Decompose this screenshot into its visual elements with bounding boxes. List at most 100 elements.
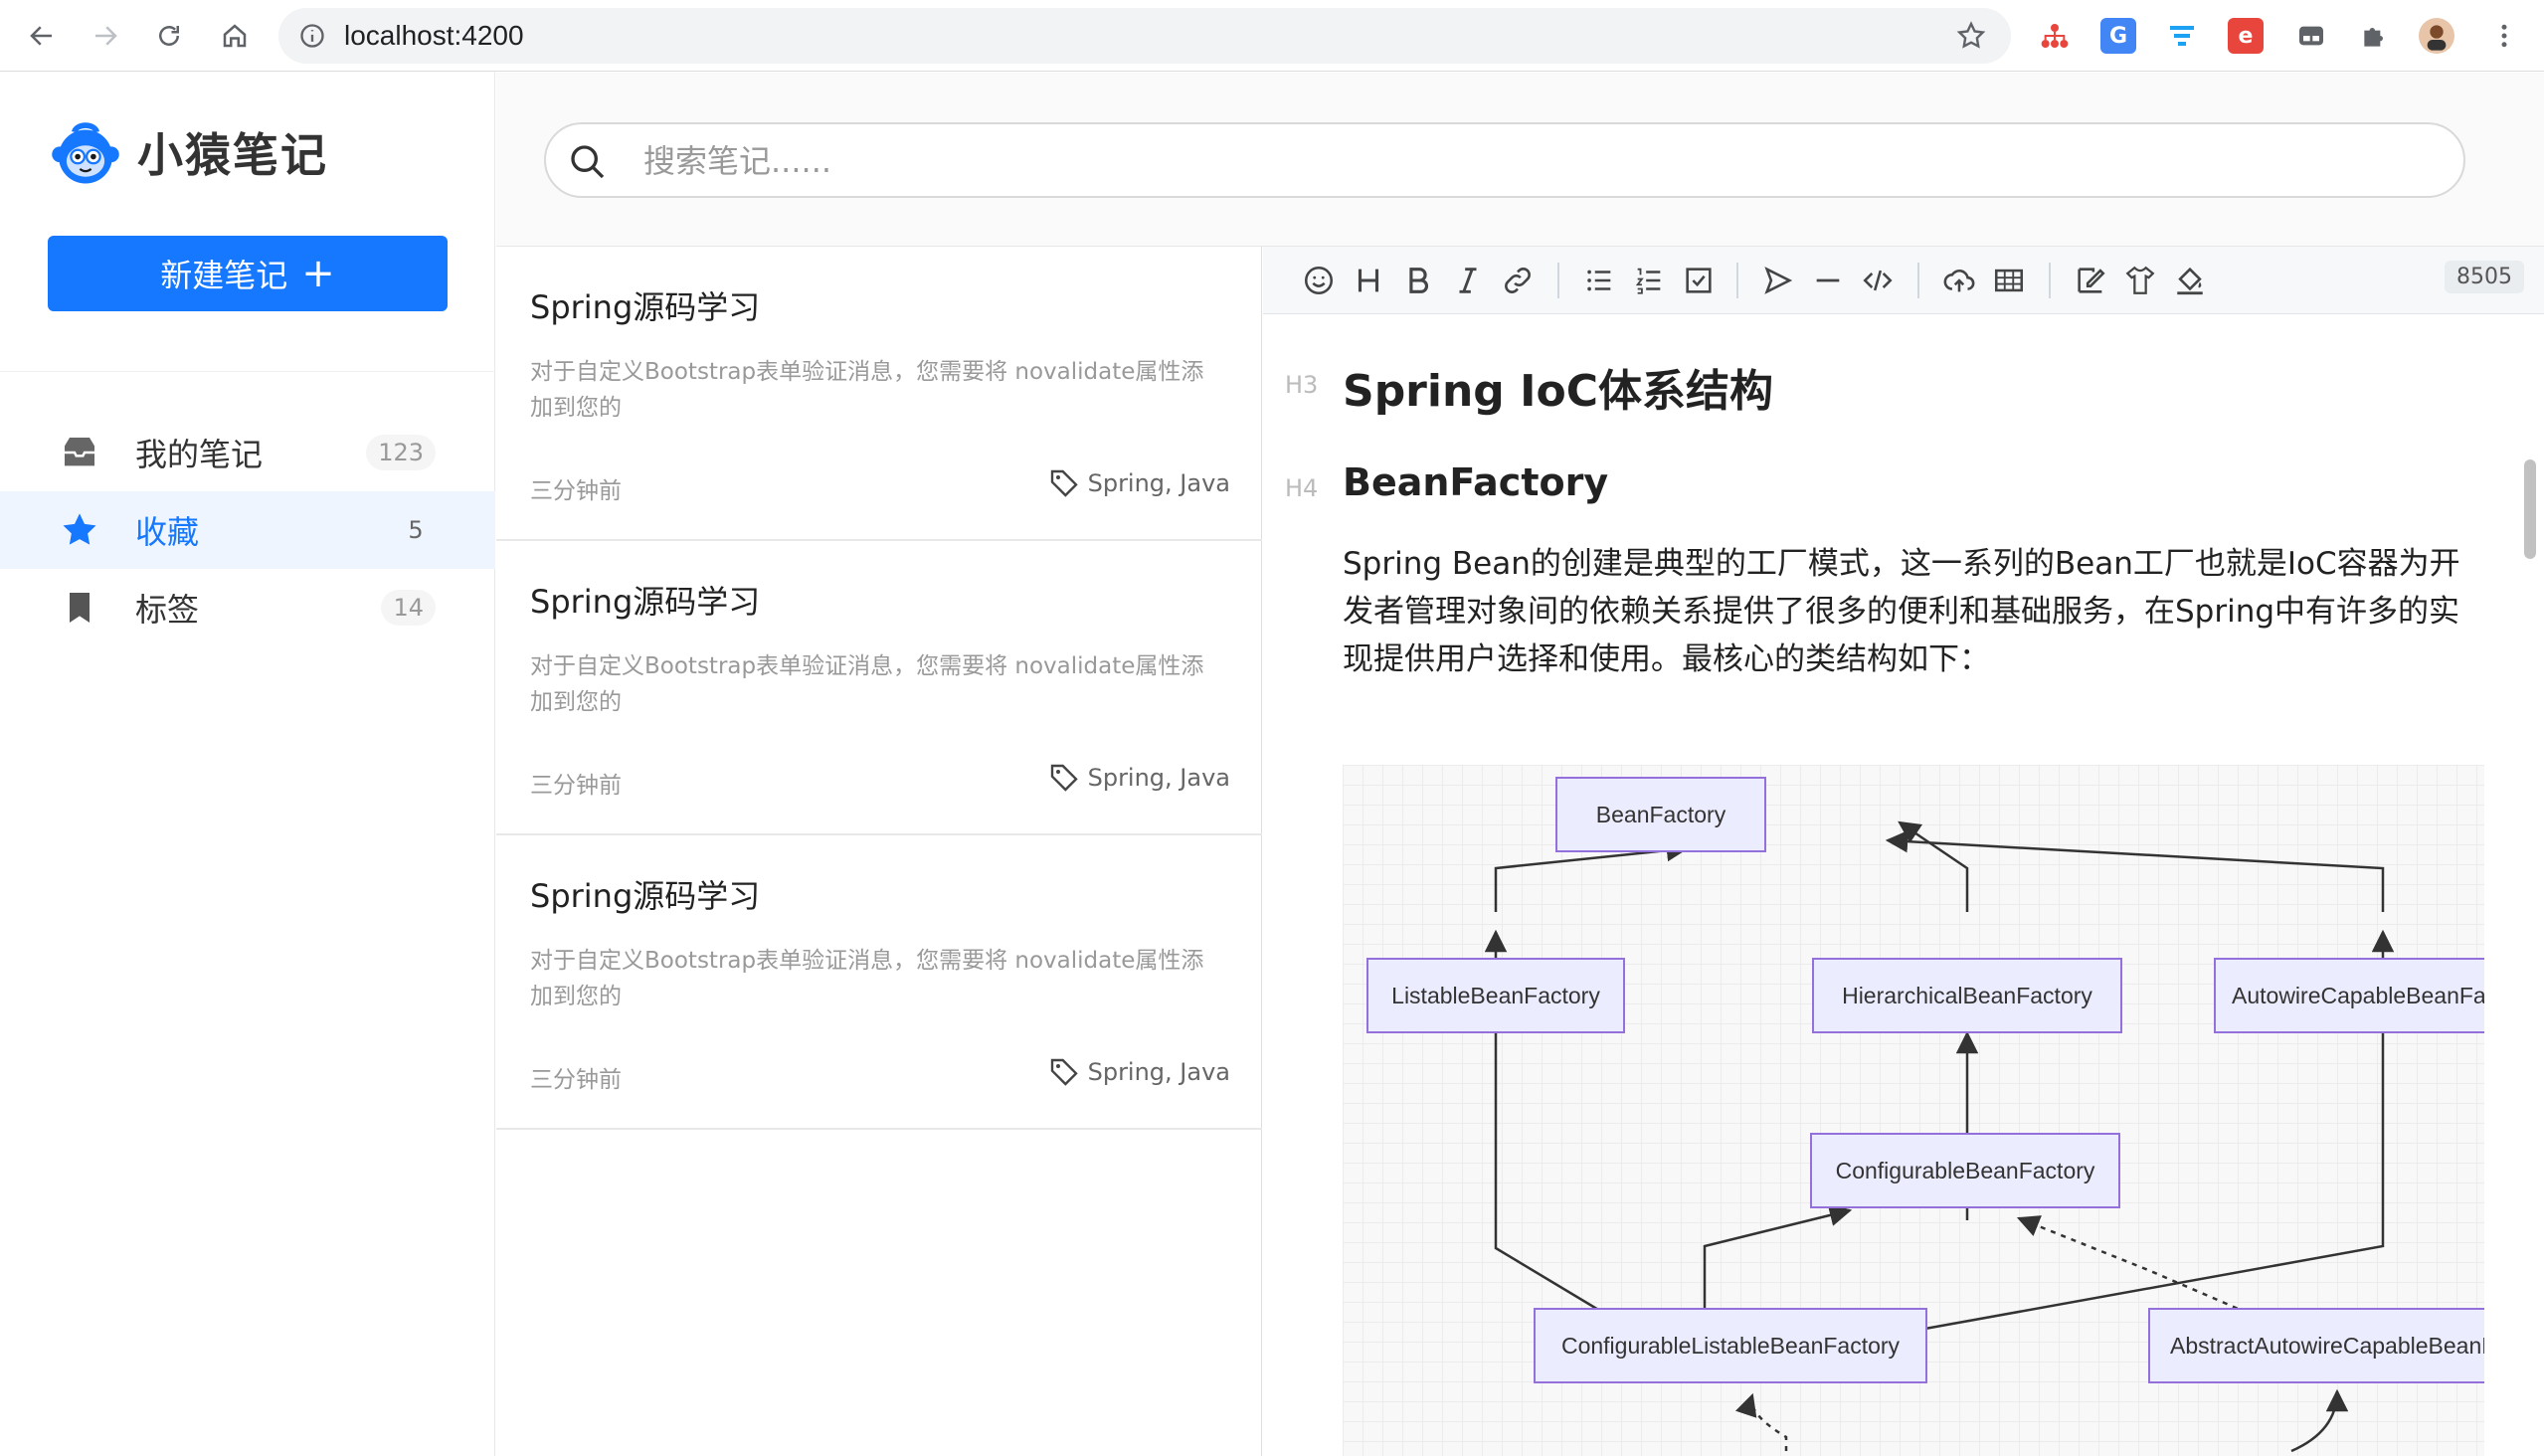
- browser-menu-button[interactable]: [2482, 14, 2526, 58]
- node-hierarchical-bean-factory: HierarchicalBeanFactory: [1812, 958, 2122, 1033]
- toolbar-divider: [1917, 263, 1919, 298]
- sidebar-item-tags[interactable]: 标签 14: [0, 569, 495, 646]
- tag-icon: [1050, 469, 1078, 497]
- highlight-button[interactable]: [2170, 261, 2210, 300]
- ordered-list-button[interactable]: [1629, 261, 1669, 300]
- note-description: 对于自定义Bootstrap表单验证消息，您需要将 novalidate属性添加…: [530, 948, 1204, 1009]
- inbox-icon: [65, 438, 94, 466]
- smile-icon: [1304, 266, 1334, 295]
- note-card[interactable]: Spring源码学习 对于自定义Bootstrap表单验证消息，您需要将 nov…: [496, 835, 1262, 1130]
- bookmark-icon: [70, 593, 90, 623]
- note-tags: Spring, Java: [1048, 467, 1230, 499]
- quote-button[interactable]: [1758, 261, 1798, 300]
- edge-hierarchical-to-beanfactory: [1898, 820, 1969, 912]
- note-tags-text: Spring, Java: [1087, 1058, 1230, 1086]
- toolbar-divider: [1736, 263, 1738, 298]
- sidebar-item-favorites[interactable]: 收藏 5: [0, 491, 495, 569]
- node-configurable-listable-bean-factory: ConfigurableListableBeanFactory: [1534, 1308, 1927, 1383]
- search-input[interactable]: [643, 138, 2414, 184]
- toolbar-divider: [2049, 263, 2051, 298]
- emoji-button[interactable]: [1299, 261, 1339, 300]
- heading-button[interactable]: [1349, 261, 1388, 300]
- count-badge: 123: [366, 435, 436, 470]
- sidebar-item-label: 我的笔记: [135, 436, 264, 473]
- theme-button[interactable]: [2120, 261, 2160, 300]
- sidebar-item-my-notes[interactable]: 我的笔记 123: [0, 414, 495, 491]
- note-description: 对于自定义Bootstrap表单验证消息，您需要将 novalidate属性添加…: [530, 359, 1204, 421]
- link-button[interactable]: [1498, 261, 1538, 300]
- home-icon: [223, 24, 247, 48]
- italic-icon: [1459, 268, 1477, 293]
- home-button[interactable]: [213, 14, 257, 58]
- checkbox-icon: [1686, 268, 1712, 293]
- horizontal-rule-button[interactable]: [1808, 261, 1848, 300]
- edit-mode-button[interactable]: [2071, 261, 2110, 300]
- reload-icon: [159, 26, 179, 46]
- edge-listable-to-beanfactory: [1494, 838, 1690, 912]
- heading-level-marker: H3: [1285, 371, 1319, 399]
- note-time: 三分钟前: [530, 1067, 622, 1093]
- class-diagram: BeanFactory ListableBeanFactory Hierarch…: [1343, 765, 2484, 1456]
- extension-e-icon[interactable]: e: [2228, 18, 2264, 54]
- star-icon: [63, 513, 96, 545]
- info-icon[interactable]: [298, 22, 326, 50]
- markdown-editor: 8505 H3 Spring IoC体系结构 H4 BeanFactory Sp…: [1263, 247, 2544, 1456]
- tag-icon: [1050, 764, 1078, 792]
- editor-content[interactable]: H3 Spring IoC体系结构 H4 BeanFactory Spring …: [1263, 315, 2544, 1456]
- search-area: [496, 73, 2544, 247]
- note-list: Spring源码学习 对于自定义Bootstrap表单验证消息，您需要将 nov…: [496, 247, 1262, 1456]
- profile-avatar[interactable]: [2419, 18, 2454, 54]
- note-time: 三分钟前: [530, 478, 622, 504]
- tag-icon: [1050, 1058, 1078, 1086]
- note-card[interactable]: Spring源码学习 对于自定义Bootstrap表单验证消息，您需要将 nov…: [496, 247, 1262, 541]
- sidebar-item-label: 收藏: [135, 513, 200, 551]
- bookmark-star-icon[interactable]: [1955, 20, 1987, 52]
- note-title: Spring源码学习: [530, 583, 761, 621]
- note-card[interactable]: Spring源码学习 对于自定义Bootstrap表单验证消息，您需要将 nov…: [496, 541, 1262, 835]
- note-description: 对于自定义Bootstrap表单验证消息，您需要将 novalidate属性添加…: [530, 653, 1204, 715]
- bullet-list-icon: [1587, 270, 1611, 291]
- address-bar[interactable]: localhost:4200: [278, 8, 2011, 64]
- upload-button[interactable]: [1939, 261, 1979, 300]
- more-vertical-icon: [2501, 24, 2507, 48]
- table-button[interactable]: [1989, 261, 2029, 300]
- node-configurable-bean-factory: ConfigurableBeanFactory: [1810, 1133, 2120, 1208]
- note-tags-text: Spring, Java: [1087, 469, 1230, 497]
- bold-icon: [1409, 268, 1428, 293]
- extension-filter-icon[interactable]: [2164, 18, 2200, 54]
- heading-icon: [1358, 269, 1379, 292]
- paint-bucket-icon: [2177, 267, 2203, 295]
- forward-button[interactable]: [84, 14, 127, 58]
- ordered-list-icon: [1635, 268, 1661, 294]
- node-abstract-autowire-capable-bean-factory: AbstractAutowireCapableBeanFactory: [2148, 1308, 2484, 1383]
- back-button[interactable]: [20, 14, 64, 58]
- extensions-puzzle-icon[interactable]: [2357, 18, 2393, 54]
- heading-4: BeanFactory: [1343, 460, 1609, 504]
- bullet-list-button[interactable]: [1579, 261, 1619, 300]
- code-button[interactable]: [1858, 261, 1898, 300]
- minus-icon: [1816, 278, 1840, 282]
- new-note-button[interactable]: 新建笔记 +: [48, 236, 448, 311]
- new-note-label: 新建笔记: [160, 257, 288, 294]
- reload-button[interactable]: [147, 14, 191, 58]
- node-listable-bean-factory: ListableBeanFactory: [1366, 958, 1625, 1033]
- arrow-left-icon: [30, 26, 52, 46]
- node-bean-factory: BeanFactory: [1555, 777, 1766, 852]
- note-tags-text: Spring, Java: [1087, 764, 1230, 792]
- code-icon: [1863, 270, 1893, 291]
- checklist-button[interactable]: [1679, 261, 1719, 300]
- editor-toolbar: 8505: [1263, 247, 2544, 314]
- arrow-right-icon: [95, 26, 117, 46]
- toolbar-divider: [1557, 263, 1559, 298]
- search-box[interactable]: [544, 122, 2465, 198]
- extension-tab-icon[interactable]: [2293, 18, 2329, 54]
- italic-button[interactable]: [1448, 261, 1488, 300]
- extension-translate-icon[interactable]: G: [2100, 18, 2136, 54]
- extension-sitemap-icon[interactable]: [2037, 18, 2073, 54]
- bold-button[interactable]: [1398, 261, 1438, 300]
- note-time: 三分钟前: [530, 773, 622, 799]
- editor-scrollbar[interactable]: [2524, 459, 2536, 559]
- edge-autowire-to-beanfactory: [1885, 829, 2385, 912]
- app-name: 小猿笔记: [137, 128, 328, 182]
- plus-icon: +: [301, 251, 335, 296]
